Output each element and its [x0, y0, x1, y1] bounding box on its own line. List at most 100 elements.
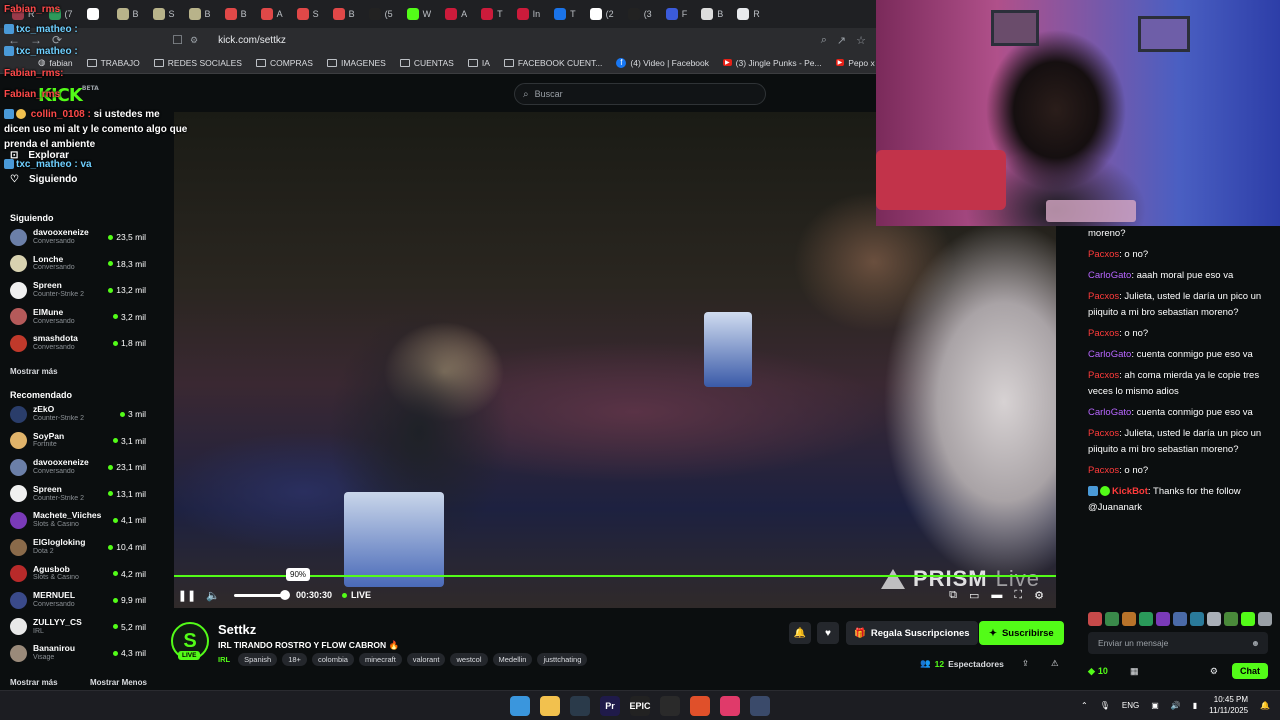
sidebar-channel[interactable]: ElMune Conversando 3,2 mil — [10, 305, 146, 329]
sidebar-channel[interactable]: Agusbob Slots & Casino 4,2 mil — [10, 562, 146, 586]
sidebar-channel[interactable]: davooxeneize Conversando 23,5 mil — [10, 225, 146, 249]
sidebar-channel[interactable]: Machete_Viiches Slots & Casino 4,1 mil — [10, 508, 146, 532]
tag-chip[interactable]: Spanish — [238, 653, 278, 666]
chat-username[interactable]: Pacxos — [1088, 370, 1119, 381]
tag-chip[interactable]: Medellin — [492, 653, 533, 666]
store-icon[interactable]: ▦ — [1130, 666, 1139, 677]
bookmark-item[interactable]: f (4) Video | Facebook — [616, 57, 709, 68]
browser-tab[interactable]: S — [291, 2, 325, 26]
browser-tab[interactable] — [81, 2, 109, 26]
pause-button[interactable]: ❚❚ — [174, 589, 200, 602]
browser-tab[interactable]: B — [219, 2, 253, 26]
sidebar-channel[interactable]: ElGlogloking Dota 2 10,4 mil — [10, 535, 146, 559]
live-indicator[interactable]: LIVE — [342, 590, 371, 600]
tag-chip[interactable]: justtchating — [537, 653, 588, 666]
chat-username[interactable]: Pacxos — [1088, 291, 1119, 302]
emoji-icon[interactable]: ☻ — [1251, 638, 1260, 648]
zoom-icon[interactable]: ⌕ — [821, 34, 827, 47]
browser-tab[interactable]: W — [401, 2, 438, 26]
theater-mode-icon[interactable]: ▬ — [991, 589, 1002, 602]
browser-tab[interactable]: (5 — [363, 2, 399, 26]
bookmark-item[interactable]: COMPRAS — [255, 58, 313, 68]
sidebar-channel[interactable]: ZULLYY_CS IRL 5,2 mil — [10, 615, 146, 639]
emote-icon[interactable] — [1088, 612, 1102, 626]
clip-icon[interactable]: ▭ — [969, 589, 979, 602]
emote-icon[interactable] — [1122, 612, 1136, 626]
bookmark-item[interactable]: ▶ (3) Jingle Punks - Pe... — [723, 58, 822, 68]
emote-icon[interactable] — [1173, 612, 1187, 626]
report-icon[interactable]: ⚠ — [1051, 658, 1059, 669]
volume-icon[interactable]: 🔈 — [200, 589, 226, 602]
url-field[interactable]: kick.com/settkz — [218, 35, 286, 46]
steam-icon[interactable] — [570, 696, 590, 716]
chat-settings-icon[interactable]: ⚙ — [1210, 666, 1218, 677]
show-more-following[interactable]: Mostrar más — [10, 367, 58, 376]
chat-username[interactable]: CarloGato — [1088, 349, 1131, 360]
brave-icon[interactable] — [690, 696, 710, 716]
bookmark-item[interactable]: ▶Pepo x @kazu.oficia... — [835, 58, 876, 68]
emote-icon[interactable] — [1241, 612, 1255, 626]
clock[interactable]: 10:45 PM 11/11/2025 — [1209, 694, 1248, 716]
bookmark-item[interactable]: REDES SOCIALES — [153, 58, 242, 68]
sidebar-channel[interactable]: SoyPan Fortnite 3,1 mil — [10, 429, 146, 453]
show-more-recommended[interactable]: Mostrar más — [10, 678, 58, 687]
speaker-icon[interactable]: 🔊 — [1171, 701, 1181, 710]
pip-icon[interactable]: ⧉ — [949, 589, 957, 602]
settings-gear-icon[interactable]: ⚙ — [1034, 589, 1044, 602]
chrome-icon[interactable] — [660, 696, 680, 716]
bookmark-item[interactable]: IMAGENES — [326, 58, 386, 68]
browser-tab[interactable]: T — [548, 2, 582, 26]
kicks-balance[interactable]: ◆ 10 — [1088, 666, 1108, 677]
emote-icon[interactable] — [1139, 612, 1153, 626]
sidebar-channel[interactable]: Spreen Counter-Strike 2 13,2 mil — [10, 278, 146, 302]
chat-username[interactable]: Pacxos — [1088, 328, 1119, 339]
emote-icon[interactable] — [1190, 612, 1204, 626]
tag-chip[interactable]: westcol — [450, 653, 488, 666]
browser-tab[interactable]: B — [183, 2, 217, 26]
bookmark-icon[interactable]: ☐ — [172, 33, 183, 47]
browser-tab[interactable]: (2 — [584, 2, 620, 26]
sidebar-channel[interactable]: Spreen Counter-Strike 2 13,1 mil — [10, 482, 146, 506]
sidebar-channel[interactable]: MERNUEL Conversando 9,9 mil — [10, 588, 146, 612]
sidebar-channel[interactable]: davooxeneize Conversando 23,1 mil — [10, 455, 146, 479]
chevron-up-icon[interactable]: ⌃ — [1081, 701, 1088, 710]
show-less-recommended[interactable]: Mostrar Menos — [90, 678, 147, 687]
bookmark-item[interactable]: IA — [467, 58, 490, 68]
chat-send-button[interactable]: Chat — [1232, 663, 1268, 679]
chat-username[interactable]: KickBot — [1112, 486, 1148, 497]
epic-games-icon[interactable]: EPIC — [630, 696, 651, 716]
browser-tab[interactable]: In — [511, 2, 547, 26]
sidebar-channel[interactable]: Bananirou Visage 4,3 mil — [10, 641, 146, 665]
tiktok-icon[interactable] — [720, 696, 740, 716]
browser-tab[interactable]: (3 — [622, 2, 658, 26]
tag-chip[interactable]: valorant — [406, 653, 446, 666]
calculator-icon[interactable] — [750, 696, 770, 716]
mic-icon[interactable]: 🎙 — [1100, 701, 1110, 710]
browser-tab[interactable]: S — [147, 2, 181, 26]
sidebar-channel[interactable]: smashdota Conversando 1,8 mil — [10, 331, 146, 355]
emote-icon[interactable] — [1224, 612, 1238, 626]
channel-name[interactable]: Settkz — [218, 622, 256, 637]
browser-tab[interactable]: A — [255, 2, 289, 26]
category-link[interactable]: IRL — [218, 655, 230, 664]
notification-bell-button[interactable]: 🔔 — [789, 622, 811, 644]
bookmark-item[interactable]: CUENTAS — [399, 58, 454, 68]
notification-icon[interactable]: 🔔 — [1260, 701, 1270, 710]
share-icon[interactable]: ↗ — [837, 34, 846, 47]
chat-username[interactable]: Pacxos — [1088, 249, 1119, 260]
chat-username[interactable]: Pacxos — [1088, 465, 1119, 476]
volume-knob[interactable] — [280, 589, 290, 600]
sidebar-channel[interactable]: Lonche Conversando 18,3 mil — [10, 252, 146, 276]
fullscreen-icon[interactable]: ⛶ — [1014, 589, 1022, 602]
subscribe-button[interactable]: ✦ Suscribirse — [979, 621, 1064, 645]
emote-icon[interactable] — [1156, 612, 1170, 626]
chat-input[interactable]: Enviar un mensaje ☻ — [1088, 632, 1268, 654]
network-icon[interactable]: ▣ — [1151, 701, 1159, 710]
sidebar-channel[interactable]: zEkO Counter-Strike 2 3 mil — [10, 402, 146, 426]
bookmark-item[interactable]: TRABAJO — [86, 58, 140, 68]
browser-tab[interactable]: B — [111, 2, 145, 26]
browser-tab[interactable]: T — [475, 2, 509, 26]
star-icon[interactable]: ☆ — [856, 34, 866, 47]
tag-chip[interactable]: colombia — [311, 653, 354, 666]
emote-icon[interactable] — [1207, 612, 1221, 626]
